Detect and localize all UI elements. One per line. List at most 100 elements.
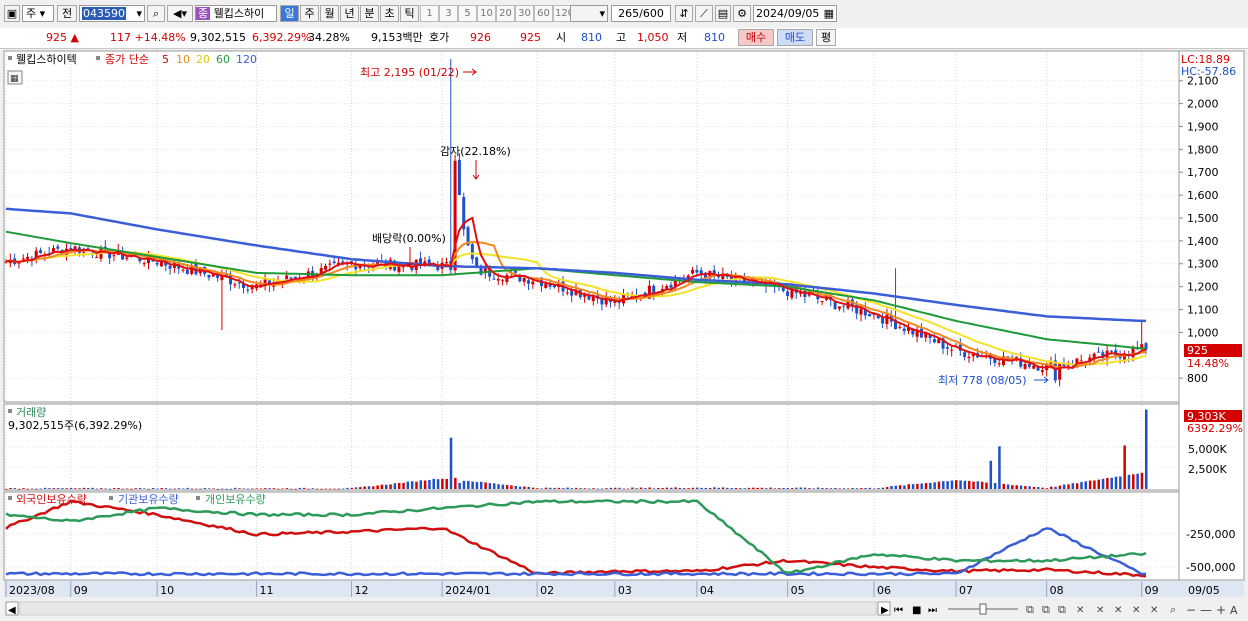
- volume-bar: [164, 488, 168, 489]
- range-select[interactable]: ▾: [570, 5, 608, 22]
- zoom-slider-handle[interactable]: [979, 603, 987, 615]
- volume-bar: [760, 487, 764, 489]
- plus-icon[interactable]: +: [1216, 603, 1226, 617]
- buy-button[interactable]: 매수: [738, 29, 774, 46]
- minute-tab-30[interactable]: 30: [515, 5, 534, 22]
- minute-tab-60[interactable]: 60: [534, 5, 553, 22]
- volume-bar: [147, 488, 150, 490]
- volume-bar: [825, 488, 828, 489]
- crosshair-icon[interactable]: ✕: [1096, 605, 1104, 616]
- volume-bar: [579, 488, 582, 489]
- candle-body: [531, 281, 535, 285]
- stop-icon[interactable]: ■: [912, 605, 921, 616]
- period-tab-6[interactable]: 초: [380, 5, 399, 22]
- search-icon[interactable]: ⌕: [147, 5, 165, 22]
- ask-price: 925: [520, 31, 541, 44]
- line-icon[interactable]: —: [1200, 603, 1212, 617]
- volume-bar: [743, 488, 746, 489]
- crosshair-icon[interactable]: ✕: [1076, 605, 1084, 616]
- y-tick-label: 1,300: [1187, 258, 1219, 271]
- volume-bar: [562, 488, 565, 489]
- minute-tab-10[interactable]: 10: [477, 5, 496, 22]
- stock-name-field[interactable]: 종 웰킵스하이: [195, 5, 277, 22]
- volume-bar: [397, 482, 401, 489]
- code-input[interactable]: 043590 ▾: [79, 5, 145, 22]
- crosshair-icon[interactable]: ✕: [1150, 605, 1158, 616]
- candle-body: [997, 363, 1001, 365]
- minute-tab-3[interactable]: 3: [439, 5, 458, 22]
- prev-label: 전: [61, 7, 73, 20]
- candle-body: [332, 261, 336, 264]
- trade-amount: 9,153백만: [371, 31, 423, 44]
- volume-bar: [795, 487, 798, 489]
- period-tab-3[interactable]: 월: [320, 5, 339, 22]
- range-count-field[interactable]: 265/600: [611, 5, 671, 22]
- period-tab-2[interactable]: 주: [300, 5, 319, 22]
- volume-bar: [415, 481, 418, 489]
- minute-tab-20[interactable]: 20: [496, 5, 515, 22]
- minute-tab-5[interactable]: 5: [458, 5, 477, 22]
- zoom-out-icon[interactable]: ⌕: [1170, 603, 1176, 616]
- volume-bar: [441, 478, 444, 489]
- volume-bar: [700, 487, 703, 489]
- scrollbar-track[interactable]: [19, 601, 877, 616]
- candle-body: [39, 250, 43, 254]
- view-toggle-icon[interactable]: ⧉: [1058, 603, 1066, 616]
- candle-body: [898, 326, 902, 328]
- time-label: 10: [160, 584, 174, 597]
- volume-bar: [501, 484, 505, 489]
- period-tab-1[interactable]: 일: [280, 5, 299, 22]
- candle-body: [444, 262, 448, 264]
- prev-button[interactable]: 전: [57, 5, 77, 22]
- candle-body: [457, 159, 461, 196]
- volume-bar: [169, 488, 172, 490]
- crosshair-icon[interactable]: ✕: [1114, 605, 1122, 616]
- volume-bar: [717, 487, 720, 489]
- minus-icon[interactable]: −: [1186, 603, 1196, 617]
- candle-body: [937, 339, 941, 344]
- view-toggle-icon[interactable]: ⧉: [1042, 603, 1050, 616]
- gear-icon[interactable]: ⚙: [733, 5, 751, 22]
- eval-button[interactable]: 평: [816, 29, 836, 46]
- step-back-icon[interactable]: ⏮: [894, 605, 903, 616]
- save-icon[interactable]: ▤: [715, 5, 731, 22]
- volume-bar: [35, 488, 38, 490]
- volume-bar: [1015, 485, 1018, 489]
- code-value: 043590: [82, 7, 126, 20]
- time-label: 11: [259, 584, 273, 597]
- volume-bar: [920, 483, 923, 489]
- period-tab-7[interactable]: 틱: [400, 5, 419, 22]
- capital-reduction-annotation: 감자(22.18%): [440, 145, 511, 158]
- candle-body: [652, 285, 656, 294]
- volume-bar: [1132, 474, 1135, 489]
- step-forward-icon[interactable]: ⏭: [928, 605, 937, 616]
- view-toggle-icon[interactable]: ⧉: [1026, 603, 1034, 616]
- volume-bar: [734, 487, 738, 489]
- chart-type-icon[interactable]: ⇵: [675, 5, 693, 22]
- speaker-icon[interactable]: ◀▾: [167, 5, 193, 22]
- period-tab-4[interactable]: 년: [340, 5, 359, 22]
- volume-bar: [406, 481, 410, 489]
- volume-bar: [527, 486, 530, 489]
- minute-tab-1[interactable]: 1: [420, 5, 439, 22]
- volume-bar: [644, 488, 647, 489]
- period-tab-5[interactable]: 분: [360, 5, 379, 22]
- layout-icon[interactable]: ▣: [4, 5, 20, 22]
- crosshair-icon[interactable]: ✕: [1132, 605, 1140, 616]
- candle-body: [885, 314, 889, 325]
- volume-bar: [553, 487, 556, 489]
- font-size-icon[interactable]: A: [1230, 604, 1238, 617]
- date-field[interactable]: 2024/09/05 ▦: [753, 5, 837, 22]
- volume-bar: [471, 481, 474, 489]
- high-price: 1,050: [637, 31, 669, 44]
- volume-bar: [881, 487, 885, 489]
- candle-body: [21, 258, 25, 260]
- volume-bar: [160, 488, 163, 489]
- sell-button[interactable]: 매도: [777, 29, 813, 46]
- period-unit-select[interactable]: 주 ▾: [22, 5, 54, 22]
- y-tick-label: 2,000: [1187, 98, 1219, 111]
- candle-body: [159, 262, 163, 267]
- volume-bar: [674, 487, 677, 489]
- volume-bar: [402, 482, 405, 489]
- draw-tool-icon[interactable]: ⟋: [695, 5, 713, 22]
